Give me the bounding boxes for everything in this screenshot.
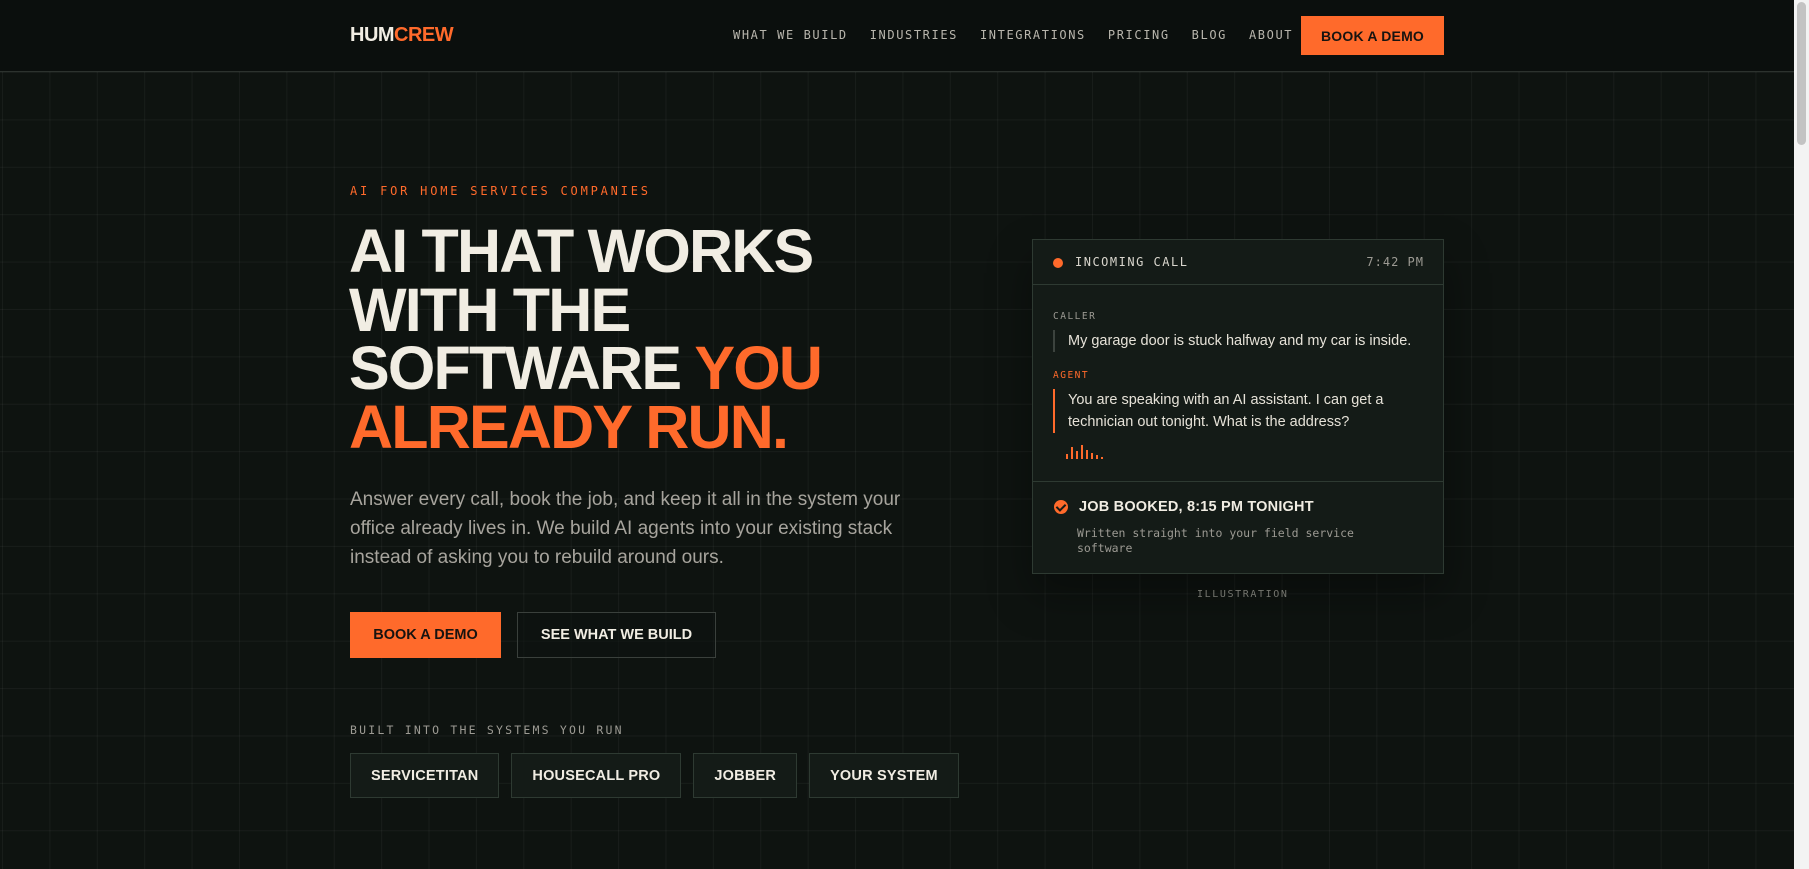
call-card-header: INCOMING CALL 7:42 PM: [1033, 240, 1443, 285]
integration-chip-housecall-pro: HOUSECALL PRO: [511, 753, 682, 798]
status-dot-icon: [1053, 258, 1063, 268]
top-nav: HUMCREW WHAT WE BUILD INDUSTRIES INTEGRA…: [0, 0, 1794, 72]
nav-link-blog[interactable]: BLOG: [1192, 28, 1227, 42]
integration-chips: SERVICETITAN HOUSECALL PRO JOBBER YOUR S…: [350, 753, 971, 798]
nav-link-about[interactable]: ABOUT: [1249, 28, 1293, 42]
headline-line-1: AI THAT WORKS: [349, 217, 814, 285]
integration-chip-servicetitan: SERVICETITAN: [350, 753, 500, 798]
logo-part-2: CREW: [394, 24, 454, 46]
nav-links: WHAT WE BUILD INDUSTRIES INTEGRATIONS PR…: [733, 28, 1315, 42]
agent-label: AGENT: [1053, 370, 1090, 381]
scrollbar-thumb[interactable]: [1797, 2, 1806, 145]
call-status: INCOMING CALL: [1075, 255, 1189, 269]
illustration-caption: ILLUSTRATION: [1197, 589, 1289, 600]
headline-line-4: ALREADY RUN.: [349, 392, 789, 461]
nav-link-pricing[interactable]: PRICING: [1108, 28, 1170, 42]
integration-chip-jobber: JOBBER: [693, 753, 798, 798]
integration-chip-your-system: YOUR SYSTEM: [809, 753, 959, 798]
waveform-icon: [1066, 443, 1108, 459]
caller-message: My garage door is stuck halfway and my c…: [1053, 330, 1433, 352]
hero-headline: AI THAT WORKS WITH THE SOFTWARE YOU ALRE…: [349, 217, 909, 461]
see-what-we-build-button[interactable]: SEE WHAT WE BUILD: [517, 612, 716, 658]
integrations-label: BUILT INTO THE SYSTEMS YOU RUN: [350, 723, 624, 737]
check-circle-icon: [1054, 500, 1068, 514]
headline-line-2: WITH THE: [349, 275, 631, 344]
job-booked-title: JOB BOOKED, 8:15 PM TONIGHT: [1079, 499, 1314, 515]
headline-line-3: SOFTWARE YOU: [349, 338, 909, 399]
headline-line-3-plain: SOFTWARE: [349, 334, 695, 402]
headline-line-3-accent: YOU: [694, 334, 823, 402]
nav-link-integrations[interactable]: INTEGRATIONS: [980, 28, 1086, 42]
book-demo-button[interactable]: BOOK A DEMO: [350, 612, 501, 658]
job-booked-note: Written straight into your field service…: [1077, 526, 1354, 555]
nav-book-demo-button[interactable]: BOOK A DEMO: [1301, 16, 1444, 55]
nav-link-industries[interactable]: INDUSTRIES: [870, 28, 958, 42]
hero-lede: Answer every call, book the job, and kee…: [350, 489, 901, 568]
logo[interactable]: HUMCREW: [350, 24, 454, 47]
incoming-call-card: INCOMING CALL 7:42 PM CALLER My garage d…: [1032, 239, 1444, 574]
hero-eyebrow: AI FOR HOME SERVICES COMPANIES: [350, 184, 651, 198]
caller-label: CALLER: [1053, 311, 1097, 322]
logo-part-1: HUM: [350, 24, 395, 46]
agent-message: You are speaking with an AI assistant. I…: [1053, 389, 1413, 433]
call-time: 7:42 PM: [1366, 255, 1424, 269]
nav-link-what-we-build[interactable]: WHAT WE BUILD: [733, 28, 848, 42]
